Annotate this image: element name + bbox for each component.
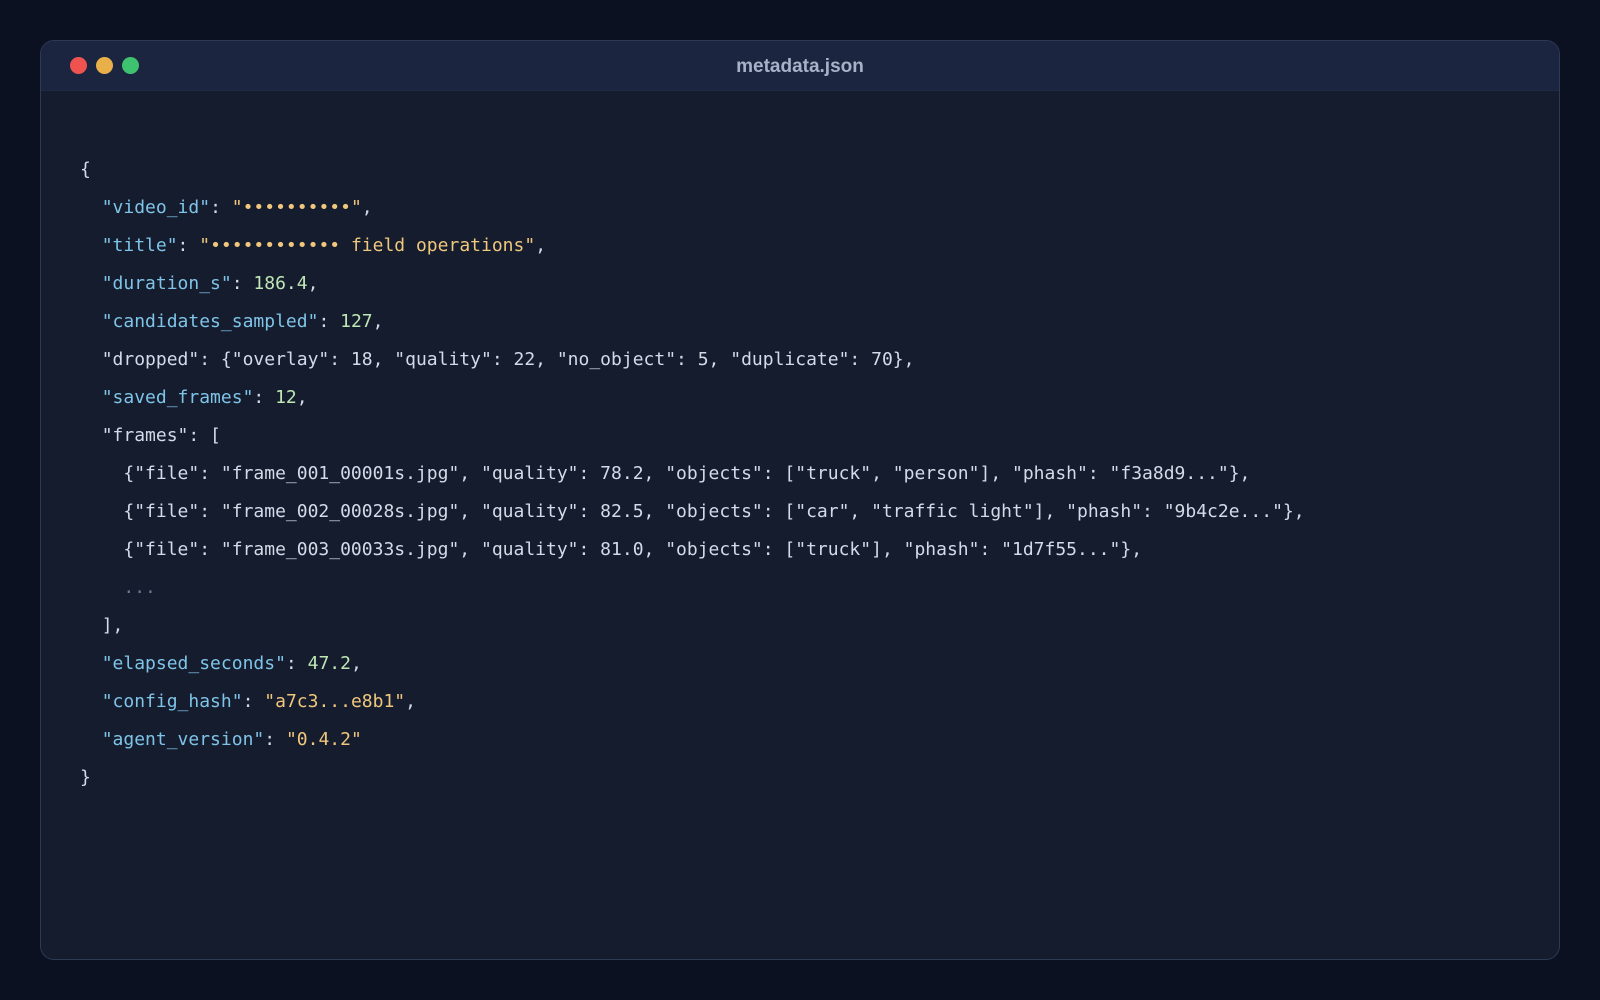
candidates-key: "candidates_sampled" bbox=[101, 311, 319, 332]
config-hash-key: "config_hash" bbox=[101, 691, 243, 712]
code-line-frame-3: {"file": "frame_003_00033s.jpg", "qualit… bbox=[80, 531, 1305, 569]
code-line-saved-frames: "saved_frames": 12, bbox=[101, 387, 308, 408]
code-line-duration: "duration_s": 186.4, bbox=[101, 273, 319, 294]
code-line-video-id: "video_id": "••••••••••", bbox=[101, 197, 373, 218]
code-line-open-brace: { bbox=[80, 151, 1305, 189]
editor-window: metadata.json { "video_id": "••••••••••"… bbox=[40, 40, 1560, 960]
agent-version-value: "0.4.2" bbox=[285, 729, 362, 750]
code-line-frame-2: {"file": "frame_002_00028s.jpg", "qualit… bbox=[80, 493, 1305, 531]
code-line-title: "title": "•••••••••••• field operations"… bbox=[101, 235, 547, 256]
code-line-ellipsis: ... bbox=[80, 569, 1305, 607]
frame-entry: {"file": "frame_003_00033s.jpg", "qualit… bbox=[123, 539, 1143, 560]
duration-value: 186.4 bbox=[253, 273, 308, 294]
video-id-value: "••••••••••" bbox=[231, 197, 362, 218]
duration-key: "duration_s" bbox=[101, 273, 232, 294]
config-hash-value: "a7c3...e8b1" bbox=[264, 691, 406, 712]
saved-frames-value: 12 bbox=[275, 387, 297, 408]
frame-entry: {"file": "frame_001_00001s.jpg", "qualit… bbox=[123, 463, 1251, 484]
close-brace: } bbox=[80, 767, 91, 788]
window-title: metadata.json bbox=[736, 56, 864, 77]
title-key: "title" bbox=[101, 235, 178, 256]
frames-ellipsis: ... bbox=[123, 577, 156, 598]
code-line-candidates: "candidates_sampled": 127, bbox=[101, 311, 384, 332]
code-line-close-brace: } bbox=[80, 759, 1305, 797]
title-value: "•••••••••••• field operations" bbox=[199, 235, 536, 256]
code-line-frames-close: ], bbox=[80, 607, 1305, 645]
frame-entry: {"file": "frame_002_00028s.jpg", "qualit… bbox=[123, 501, 1305, 522]
code-line-config-hash: "config_hash": "a7c3...e8b1", bbox=[101, 691, 416, 712]
saved-frames-key: "saved_frames" bbox=[101, 387, 254, 408]
code-line-frames-open: "frames": [ bbox=[80, 417, 1305, 455]
json-code-view[interactable]: { "video_id": "••••••••••", "title": "••… bbox=[80, 151, 1305, 797]
code-line-agent-version: "agent_version": "0.4.2" bbox=[101, 729, 362, 750]
candidates-value: 127 bbox=[340, 311, 373, 332]
frames-open: "frames": [ bbox=[101, 425, 221, 446]
code-line-elapsed: "elapsed_seconds": 47.2, bbox=[101, 653, 362, 674]
frames-close: ], bbox=[101, 615, 124, 636]
video-id-key: "video_id" bbox=[101, 197, 211, 218]
code-line-frame-1: {"file": "frame_001_00001s.jpg", "qualit… bbox=[80, 455, 1305, 493]
code-line-dropped: "dropped": {"overlay": 18, "quality": 22… bbox=[80, 341, 1305, 379]
elapsed-value: 47.2 bbox=[307, 653, 351, 674]
dropped-text: "dropped": {"overlay": 18, "quality": 22… bbox=[101, 349, 915, 370]
agent-version-key: "agent_version" bbox=[101, 729, 265, 750]
open-brace: { bbox=[80, 159, 91, 180]
window-titlebar: metadata.json bbox=[41, 41, 1559, 91]
elapsed-key: "elapsed_seconds" bbox=[101, 653, 286, 674]
